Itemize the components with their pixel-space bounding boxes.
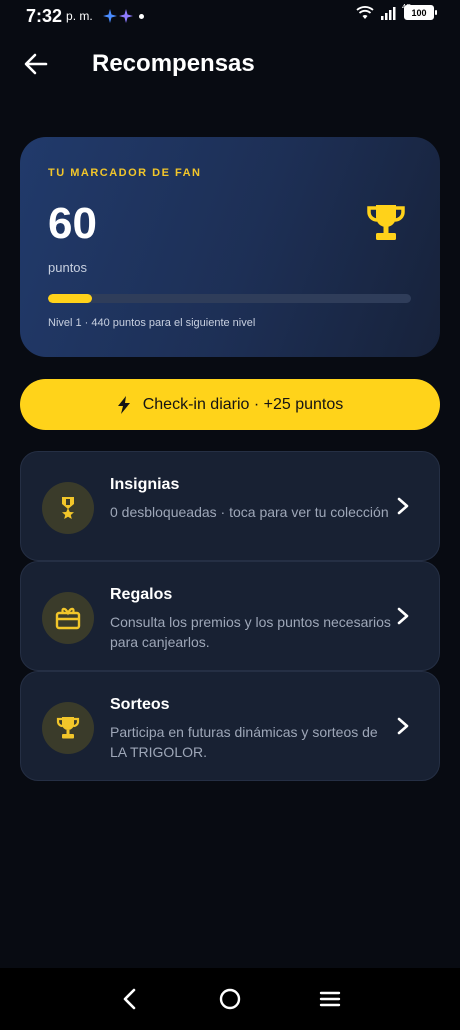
menu-icon-container <box>42 482 94 534</box>
nav-back-icon <box>123 988 136 1010</box>
chevron-right-icon <box>397 497 409 515</box>
menu-item-title: Insignias <box>110 476 180 493</box>
battery-icon: 100 <box>404 5 437 20</box>
menu-icon-container <box>42 592 94 644</box>
chevron-right-icon <box>397 607 409 625</box>
arrow-left-icon <box>24 53 48 75</box>
fan-card-label: TU MARCADOR DE FAN <box>48 167 202 179</box>
menu-item-regalos[interactable]: Regalos Consulta los premios y los punto… <box>20 561 440 671</box>
menu-item-title: Regalos <box>110 586 173 603</box>
status-time: 7:32 <box>26 5 63 26</box>
wifi-icon <box>356 5 374 19</box>
lightning-icon <box>117 395 130 414</box>
menu-icon-container <box>42 702 94 754</box>
trophy-icon <box>367 205 405 240</box>
nav-back-button[interactable] <box>115 984 145 1014</box>
chevron-right-icon <box>397 717 409 735</box>
status-bar: 7:32 p. m. 4G 100 <box>0 0 460 32</box>
menu-item-sorteos[interactable]: Sorteos Participa en futuras dinámicas y… <box>20 671 440 781</box>
sparkles-icon <box>102 9 144 23</box>
back-button[interactable] <box>22 50 50 78</box>
menu-item-title: Sorteos <box>110 696 170 713</box>
points-value: 60 <box>48 199 97 248</box>
app-header: Recompensas <box>0 40 460 90</box>
checkin-label: Check-in diario · +25 puntos <box>142 395 344 413</box>
menu-item-description: Consulta los premios y los puntos necesa… <box>110 614 391 650</box>
nav-home-button[interactable] <box>215 984 245 1014</box>
signal-icon: 4G <box>380 4 411 20</box>
trophy-icon <box>56 717 80 739</box>
level-progress-bar <box>48 294 411 303</box>
level-text: Nivel 1 · 440 puntos para el siguiente n… <box>48 317 256 329</box>
medal-icon <box>62 497 74 519</box>
points-unit: puntos <box>48 260 88 275</box>
menu-item-description: Participa en futuras dinámicas y sorteos… <box>110 724 378 760</box>
page-title: Recompensas <box>92 50 255 77</box>
menu-item-description: 0 desbloqueadas · toca para ver tu colec… <box>110 504 389 520</box>
status-ampm: p. m. <box>66 9 93 23</box>
daily-checkin-button[interactable]: Check-in diario · +25 puntos <box>20 379 440 430</box>
system-nav-bar <box>0 968 460 1030</box>
menu-item-insignias[interactable]: Insignias 0 desbloqueadas · toca para ve… <box>20 451 440 561</box>
gift-icon <box>55 607 81 630</box>
nav-home-icon <box>219 988 241 1010</box>
nav-menu-icon <box>319 991 341 1007</box>
fan-score-card: TU MARCADOR DE FAN 60 puntos Nivel 1 · 4… <box>20 137 440 357</box>
status-icons: 4G 100 <box>356 4 437 20</box>
level-progress-fill <box>48 294 92 303</box>
nav-recents-button[interactable] <box>315 984 345 1014</box>
notification-dot <box>138 13 144 19</box>
